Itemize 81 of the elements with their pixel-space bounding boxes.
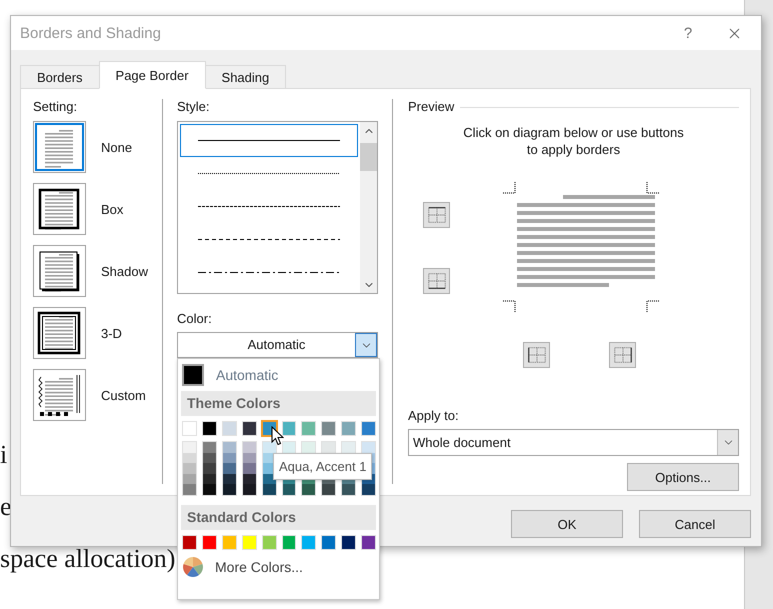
- section-header: Standard Colors: [181, 504, 376, 530]
- color-swatch[interactable]: [202, 484, 216, 494]
- color-label: Color:: [177, 311, 213, 327]
- color-swatch[interactable]: [302, 484, 316, 494]
- color-swatch[interactable]: [222, 442, 236, 452]
- border-icon: [426, 204, 448, 226]
- setting-option[interactable]: [33, 245, 87, 297]
- page-preview-drawing[interactable]: [501, 181, 661, 315]
- color-swatch[interactable]: [242, 452, 256, 463]
- setting-option[interactable]: [33, 369, 87, 421]
- style-label: Style:: [177, 99, 211, 115]
- color-swatch[interactable]: [242, 442, 256, 452]
- preview-hint: to apply borders: [526, 141, 620, 158]
- tooltip: Aqua, Accent 1: [273, 453, 372, 480]
- color-swatch[interactable]: [183, 442, 196, 452]
- color-swatch[interactable]: [322, 484, 336, 494]
- color-swatch[interactable]: [202, 463, 216, 474]
- color-swatch[interactable]: [362, 484, 376, 494]
- setting-option[interactable]: [33, 307, 87, 359]
- color-swatch[interactable]: [222, 484, 236, 494]
- color-swatch[interactable]: [262, 484, 276, 494]
- color-swatch[interactable]: [222, 474, 236, 484]
- scroll-thumb[interactable]: [360, 143, 377, 171]
- color-swatch[interactable]: [342, 442, 356, 452]
- bottom-border-button[interactable]: [423, 268, 450, 294]
- setting-name: Custom: [101, 388, 146, 402]
- color-swatch[interactable]: [202, 452, 216, 463]
- document-text: e: [0, 492, 12, 522]
- more-colors-option[interactable]: More Colors...: [181, 552, 376, 580]
- color-swatch[interactable]: [302, 442, 316, 452]
- window-title: Borders and Shading: [20, 24, 162, 42]
- border-icon: [526, 344, 548, 366]
- color-swatch[interactable]: [222, 452, 236, 463]
- scrollbar[interactable]: [360, 122, 377, 293]
- color-swatch[interactable]: [242, 474, 256, 484]
- apply-to-label: Apply to:: [408, 408, 460, 424]
- tab[interactable]: Borders: [20, 65, 100, 89]
- color-swatch[interactable]: [183, 474, 196, 484]
- color-swatch[interactable]: [202, 442, 216, 452]
- setting-name: Shadow: [101, 264, 148, 278]
- help-button[interactable]: ?: [665, 16, 711, 50]
- color-swatch[interactable]: [322, 442, 336, 452]
- left-border-button[interactable]: [523, 342, 550, 368]
- color-swatch[interactable]: [262, 442, 276, 452]
- preview-label: Preview: [408, 99, 454, 115]
- setting-label: Setting:: [33, 99, 78, 115]
- color-swatch[interactable]: [183, 452, 196, 463]
- color-dropdown[interactable]: Automatic: [177, 332, 378, 358]
- setting-option[interactable]: [33, 183, 87, 235]
- color-swatch[interactable]: [183, 463, 196, 474]
- color-swatch[interactable]: [342, 484, 356, 494]
- ok-button[interactable]: OK: [511, 510, 623, 538]
- border-icon: [426, 270, 448, 292]
- automatic-color-option[interactable]: Automatic: [181, 361, 376, 389]
- setting-name: None: [101, 140, 132, 154]
- color-swatch[interactable]: [282, 484, 296, 494]
- section-header: Theme Colors: [181, 391, 376, 416]
- color-swatch[interactable]: [183, 484, 196, 494]
- cancel-button[interactable]: Cancel: [639, 510, 751, 538]
- options-button[interactable]: Options...: [627, 463, 739, 491]
- document-text: i: [0, 440, 8, 470]
- setting-name: Box: [101, 202, 124, 216]
- document-text: space allocation): [0, 544, 176, 574]
- color-swatch[interactable]: [202, 474, 216, 484]
- tab[interactable]: Page Border: [98, 61, 206, 89]
- color-swatch[interactable]: [362, 442, 376, 452]
- right-border-button[interactable]: [609, 342, 636, 368]
- color-swatch[interactable]: [222, 463, 236, 474]
- preview-hint: Click on diagram below or use buttons: [463, 124, 684, 141]
- tab[interactable]: Shading: [204, 65, 286, 89]
- apply-to-dropdown[interactable]: Whole document: [408, 429, 739, 456]
- line-style-option[interactable]: [180, 124, 358, 157]
- top-border-button[interactable]: [423, 202, 450, 228]
- dropdown-button[interactable]: [355, 333, 377, 357]
- border-icon: [612, 344, 634, 366]
- mouse-pointer-icon: [271, 426, 284, 446]
- setting-name: 3-D: [101, 326, 122, 340]
- palette-icon: [183, 556, 203, 576]
- color-swatch[interactable]: [242, 463, 256, 474]
- color-swatch[interactable]: [242, 484, 256, 494]
- color-swatch[interactable]: [282, 442, 296, 452]
